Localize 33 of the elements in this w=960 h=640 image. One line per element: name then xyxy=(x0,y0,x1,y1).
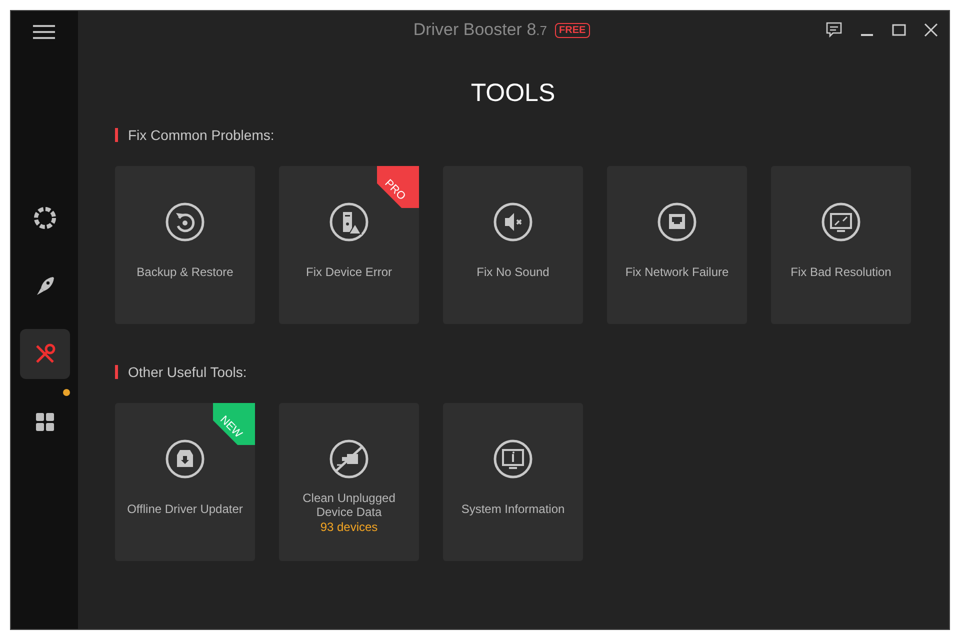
restore-icon xyxy=(165,202,205,242)
feedback-icon[interactable] xyxy=(825,21,843,39)
device-warning-icon xyxy=(329,202,369,242)
monitor-info-icon xyxy=(493,438,533,478)
download-box-icon xyxy=(165,438,205,478)
tool-label: Fix Device Error xyxy=(304,264,393,278)
tool-label: Offline Driver Updater xyxy=(126,502,244,516)
tool-label: Fix Bad Resolution xyxy=(790,264,892,278)
maximize-icon[interactable] xyxy=(891,22,907,38)
device-count: 93 devices xyxy=(320,518,378,534)
lifebuoy-icon xyxy=(32,206,56,230)
tool-card[interactable]: Fix Bad Resolution xyxy=(771,166,911,324)
menu-icon[interactable] xyxy=(32,23,56,41)
page-title: TOOLS xyxy=(470,78,556,109)
tool-card[interactable]: Clean Unplugged Device Data 93 devices xyxy=(279,402,419,560)
tool-card[interactable]: Fix Network Failure xyxy=(607,166,747,324)
mute-icon xyxy=(493,202,533,242)
network-port-icon xyxy=(657,202,697,242)
monitor-resize-icon xyxy=(821,202,861,242)
window-title: Driver Booster 8.7 xyxy=(413,19,547,42)
unplugged-device-icon xyxy=(329,438,369,478)
section-heading: Other Useful Tools: xyxy=(128,362,247,382)
tool-label: System Information xyxy=(460,502,566,516)
section-heading: Fix Common Problems: xyxy=(128,126,274,144)
tool-card[interactable]: System Information xyxy=(443,402,583,560)
close-icon[interactable] xyxy=(923,22,939,38)
tool-label: Backup & Restore xyxy=(136,264,234,278)
tool-card[interactable]: Backup & Restore xyxy=(115,166,255,324)
edition-label: FREE xyxy=(555,22,590,38)
tool-card[interactable]: Fix No Sound xyxy=(443,166,583,324)
tool-label: Clean Unplugged Device Data xyxy=(302,490,396,518)
tool-label: Fix Network Failure xyxy=(624,264,730,278)
tool-label: Fix No Sound xyxy=(476,264,550,278)
